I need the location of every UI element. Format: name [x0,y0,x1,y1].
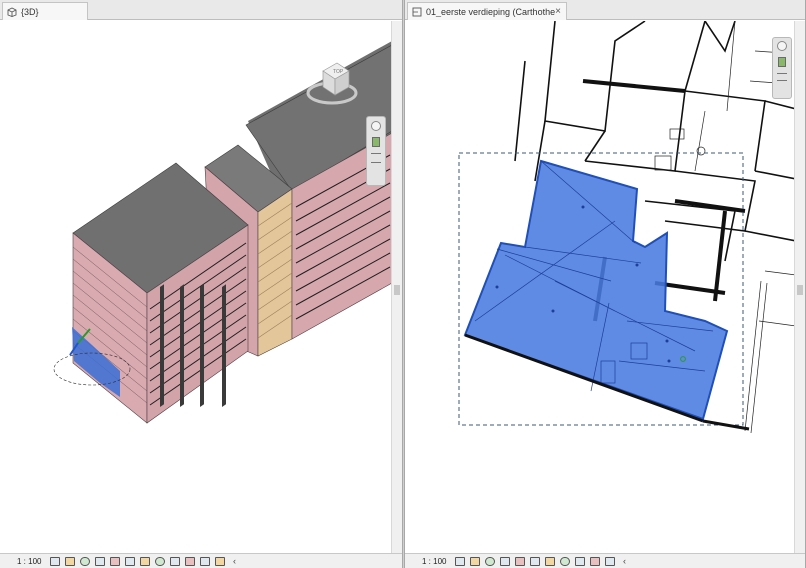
render-icon[interactable] [110,556,120,566]
view-scale[interactable]: 1 : 100 [405,557,455,566]
reveal-hidden-icon[interactable] [575,556,585,566]
tab-label: {3D} [21,6,39,17]
constraints-icon[interactable] [215,556,225,566]
sun-path-icon[interactable] [80,556,90,566]
view-scale[interactable]: 1 : 100 [0,557,50,566]
visual-style-icon[interactable] [470,556,480,566]
nav-options-icon[interactable] [777,73,787,81]
plan-canvas[interactable] [405,20,797,553]
analytical-model-icon[interactable] [590,556,600,566]
shadows-icon[interactable] [500,556,510,566]
view-control-bar: 1 : 100 ‹ [0,553,402,568]
detail-level-icon[interactable] [50,556,60,566]
render-icon[interactable] [515,556,525,566]
3d-canvas[interactable]: TOP [0,21,393,553]
tab-bar: 01_eerste verdieping (Carthothe... × [405,0,805,20]
crop-icon[interactable] [530,556,540,566]
reveal-hidden-icon[interactable] [170,556,180,566]
vertical-scrollbar[interactable] [794,21,805,553]
crop-visibility-icon[interactable] [545,556,555,566]
highlight-displacement-icon[interactable] [200,556,210,566]
sun-path-icon[interactable] [485,556,495,566]
navigation-bar[interactable] [366,116,386,186]
tab-3d-view[interactable]: {3D} [2,2,88,20]
nav-options-icon[interactable] [371,153,381,163]
crop-visibility-icon[interactable] [140,556,150,566]
tab-bar: {3D} [0,0,402,20]
highlight-displacement-icon[interactable] [605,556,615,566]
navigation-bar[interactable] [772,37,792,99]
selected-floor-region[interactable] [463,159,729,421]
scrollbar-thumb[interactable] [797,285,803,295]
zoom-icon[interactable] [778,57,786,67]
viewcube-face-label: TOP [333,69,344,75]
detail-level-icon[interactable] [455,556,465,566]
view-control-bar: 1 : 100 ‹ [405,553,805,568]
close-icon[interactable]: × [555,6,561,17]
analytical-model-icon[interactable] [185,556,195,566]
tab-floor-plan[interactable]: 01_eerste verdieping (Carthothe... × [407,2,567,20]
scroll-left-icon[interactable]: ‹ [233,556,236,566]
temporary-hide-icon[interactable] [155,556,165,566]
viewcube[interactable]: TOP [303,51,361,109]
zoom-icon[interactable] [372,137,380,147]
revit-app: {3D} TOP 1: 100 ‹ 01_eerste verdieping … [0,0,806,568]
vertical-scrollbar[interactable] [391,21,402,553]
floor-plan-icon [412,7,422,17]
temporary-hide-icon[interactable] [560,556,570,566]
view-pane-floor-plan[interactable]: 01_eerste verdieping (Carthothe... × 1:… [404,0,806,568]
scroll-left-icon[interactable]: ‹ [623,556,626,566]
crop-icon[interactable] [125,556,135,566]
scrollbar-thumb[interactable] [394,285,400,295]
3d-view-icon [7,6,17,17]
steering-wheel-icon[interactable] [371,121,381,131]
visual-style-icon[interactable] [65,556,75,566]
tab-label: 01_eerste verdieping (Carthothe... [426,6,556,17]
steering-wheel-icon[interactable] [777,41,787,51]
floor-plan-drawing [458,20,797,434]
shadows-icon[interactable] [95,556,105,566]
view-pane-3d[interactable]: {3D} TOP 1: 100 ‹ [0,0,403,568]
